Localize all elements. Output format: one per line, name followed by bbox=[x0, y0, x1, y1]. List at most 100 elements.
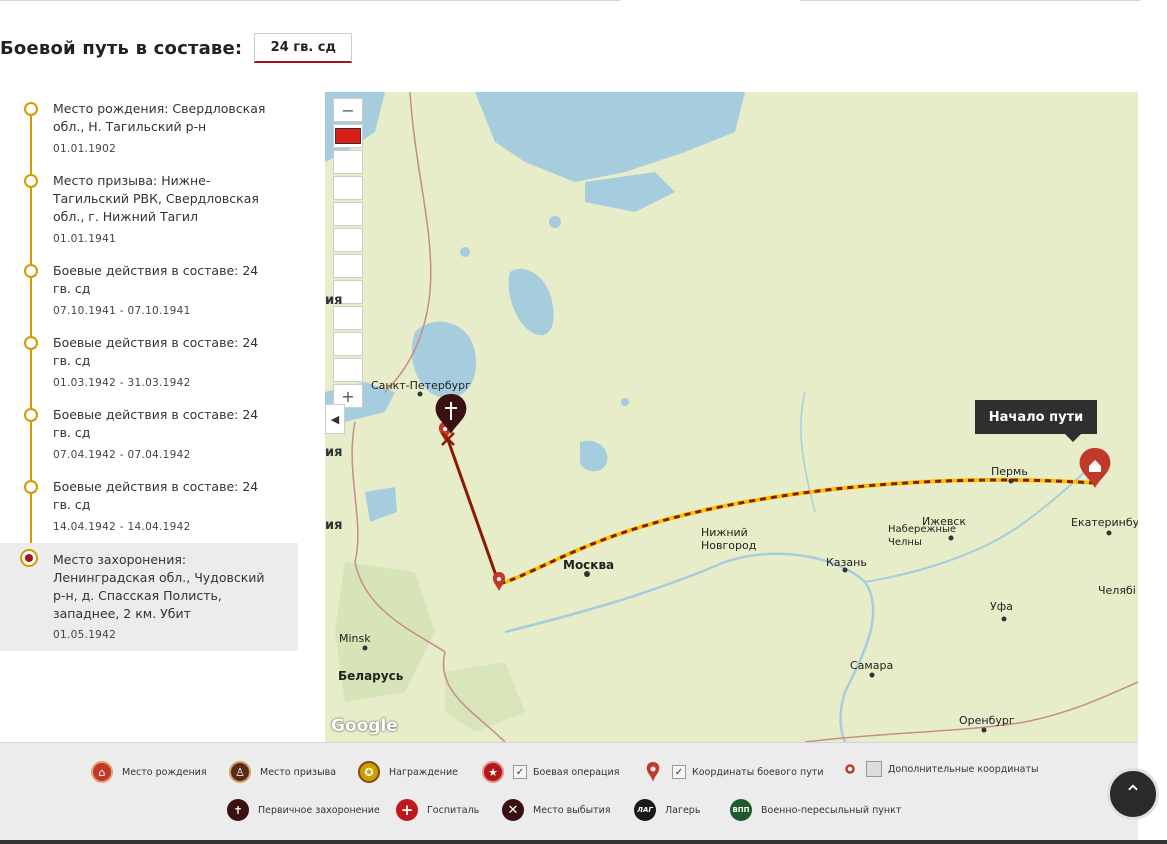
coords-checkbox[interactable]: ✓ bbox=[672, 765, 686, 779]
timeline-item[interactable]: Место призыва: Нижне-Тагильский РВК, Све… bbox=[0, 164, 298, 254]
city-label-ekb: Екатеринбург bbox=[1071, 516, 1138, 529]
zoom-out-button[interactable]: − bbox=[333, 98, 363, 122]
zoom-level[interactable] bbox=[333, 358, 363, 382]
lake bbox=[460, 247, 470, 257]
legend-burial: ✝ Первичное захоронение bbox=[227, 799, 380, 821]
timeline-text: Боевые действия в составе: 24 гв. сд bbox=[53, 407, 259, 440]
timeline-dot bbox=[24, 408, 38, 422]
rybinsk-reservoir bbox=[580, 440, 608, 472]
legend-departure: ✕ Место выбытия bbox=[502, 799, 611, 821]
top-divider bbox=[0, 0, 620, 1]
city-dot-minsk bbox=[362, 645, 368, 651]
timeline-item[interactable]: Боевые действия в составе: 24 гв. сд 14.… bbox=[0, 470, 298, 542]
white-sea bbox=[475, 92, 745, 182]
city-label-ufa: Уфа bbox=[990, 600, 1013, 613]
timeline-item[interactable]: Боевые действия в составе: 24 гв. сд 07.… bbox=[0, 398, 298, 470]
route-solid bbox=[445, 436, 501, 585]
timeline-date: 01.01.1941 bbox=[53, 233, 117, 245]
legend-battle[interactable]: ★ ✓ Боевая операция bbox=[482, 761, 619, 783]
timeline-text: Место захоронения: Ленинградская обл., Ч… bbox=[53, 552, 265, 621]
city-dot-perm bbox=[1008, 478, 1014, 484]
top-divider-right bbox=[800, 0, 1140, 1]
legend-camp: ЛАГ Лагерь bbox=[634, 799, 700, 821]
city-dot-orenburg bbox=[981, 727, 987, 733]
legend-award: ✪ Награждение bbox=[358, 761, 458, 783]
home-icon: ⌂ bbox=[91, 761, 113, 783]
google-logo: Google bbox=[331, 716, 398, 736]
collapse-panel-button[interactable]: ◀ bbox=[325, 404, 345, 434]
city-label-perm: Пермь bbox=[991, 465, 1028, 478]
map[interactable]: − + ◀ Начало пути ия ия ия Санкт-Петербу… bbox=[325, 92, 1138, 742]
x-icon: ✕ bbox=[502, 799, 524, 821]
timeline-dot-active bbox=[20, 549, 38, 567]
small-dot-icon bbox=[843, 762, 857, 776]
legend-extra[interactable]: Дополнительные координаты bbox=[843, 761, 1039, 777]
route-marker-pin[interactable] bbox=[492, 572, 506, 591]
timeline-dot bbox=[24, 336, 38, 350]
timeline-text: Боевые действия в составе: 24 гв. сд bbox=[53, 479, 259, 512]
edge-label: ия bbox=[325, 293, 343, 308]
timeline-dot bbox=[24, 480, 38, 494]
timeline-date: 01.03.1942 - 31.03.1942 bbox=[53, 377, 191, 389]
timeline-dot bbox=[24, 102, 38, 116]
zoom-level[interactable] bbox=[333, 254, 363, 278]
peipus-lake bbox=[365, 487, 397, 522]
camp-icon: ЛАГ bbox=[634, 799, 656, 821]
zoom-level[interactable] bbox=[333, 202, 363, 226]
kama-river bbox=[864, 451, 1106, 583]
timeline-item-active[interactable]: Место захоронения: Ленинградская обл., Ч… bbox=[0, 543, 298, 651]
soldier-icon: ♙ bbox=[229, 761, 251, 783]
zoom-level[interactable] bbox=[333, 332, 363, 356]
timeline-item[interactable]: Боевые действия в составе: 24 гв. сд 01.… bbox=[0, 326, 298, 398]
city-dot-ekb bbox=[1106, 530, 1112, 536]
zoom-control: − + bbox=[333, 98, 363, 410]
border-kazakhstan bbox=[804, 681, 1138, 742]
zoom-level[interactable] bbox=[333, 228, 363, 252]
page-title: Боевой путь в составе: bbox=[0, 37, 243, 59]
timeline-date: 01.01.1902 bbox=[53, 143, 117, 155]
legend-coords[interactable]: ✓ Координаты боевого пути bbox=[643, 761, 824, 783]
zoom-level[interactable] bbox=[333, 306, 363, 330]
timeline-text: Боевые действия в составе: 24 гв. сд bbox=[53, 263, 259, 296]
legend-transit: ВПП Военно-пересыльный пункт bbox=[730, 799, 901, 821]
city-dot-ufa bbox=[1001, 616, 1007, 622]
cross-icon: ✝ bbox=[227, 799, 249, 821]
city-dot-samara bbox=[869, 672, 875, 678]
timeline-date: 14.04.1942 - 14.04.1942 bbox=[53, 521, 191, 533]
lake bbox=[621, 398, 629, 406]
header: Боевой путь в составе: 24 гв. сд bbox=[0, 30, 353, 66]
city-label-minsk: Minsk bbox=[339, 632, 371, 645]
timeline-text: Место рождения: Свердловская обл., Н. Та… bbox=[53, 101, 266, 134]
timeline-date: 07.04.1942 - 07.04.1942 bbox=[53, 449, 191, 461]
white-sea-bay bbox=[585, 172, 675, 212]
plus-icon: + bbox=[396, 799, 418, 821]
legend-draft: ♙ Место призыва bbox=[229, 761, 336, 783]
zoom-level-active[interactable] bbox=[333, 124, 363, 148]
start-tooltip: Начало пути bbox=[975, 400, 1097, 442]
timeline-item[interactable]: Место рождения: Свердловская обл., Н. Та… bbox=[0, 92, 298, 164]
city-label-chelyab: Челябі bbox=[1098, 584, 1136, 597]
transit-icon: ВПП bbox=[730, 799, 752, 821]
timeline-dot bbox=[24, 264, 38, 278]
unit-selector[interactable]: 24 гв. сд bbox=[254, 33, 353, 63]
city-label-orenburg: Оренбург bbox=[959, 714, 1015, 727]
timeline-dot bbox=[24, 174, 38, 188]
timeline: Место рождения: Свердловская обл., Н. Та… bbox=[0, 92, 300, 742]
zoom-level[interactable] bbox=[333, 150, 363, 174]
star-icon: ★ bbox=[482, 761, 504, 783]
scroll-to-top-button[interactable]: ⌃ bbox=[1107, 768, 1159, 820]
map-legend: ⌂ Место рождения ♙ Место призыва ✪ Награ… bbox=[0, 742, 1138, 841]
timeline-date: 01.05.1942 bbox=[53, 629, 117, 641]
city-label-samara: Самара bbox=[850, 659, 894, 672]
timeline-text: Боевые действия в составе: 24 гв. сд bbox=[53, 335, 259, 368]
onega-lake bbox=[508, 268, 554, 336]
map-pin-icon bbox=[643, 761, 663, 783]
zoom-level[interactable] bbox=[333, 176, 363, 200]
timeline-item[interactable]: Боевые действия в составе: 24 гв. сд 07.… bbox=[0, 254, 298, 326]
legend-birth: ⌂ Место рождения bbox=[91, 761, 207, 783]
timeline-text: Место призыва: Нижне-Тагильский РВК, Све… bbox=[53, 173, 259, 224]
lake bbox=[549, 216, 561, 228]
extra-checkbox[interactable] bbox=[866, 761, 882, 777]
city-label-izhevsk: Ижевск bbox=[922, 515, 967, 528]
battle-checkbox[interactable]: ✓ bbox=[513, 765, 527, 779]
